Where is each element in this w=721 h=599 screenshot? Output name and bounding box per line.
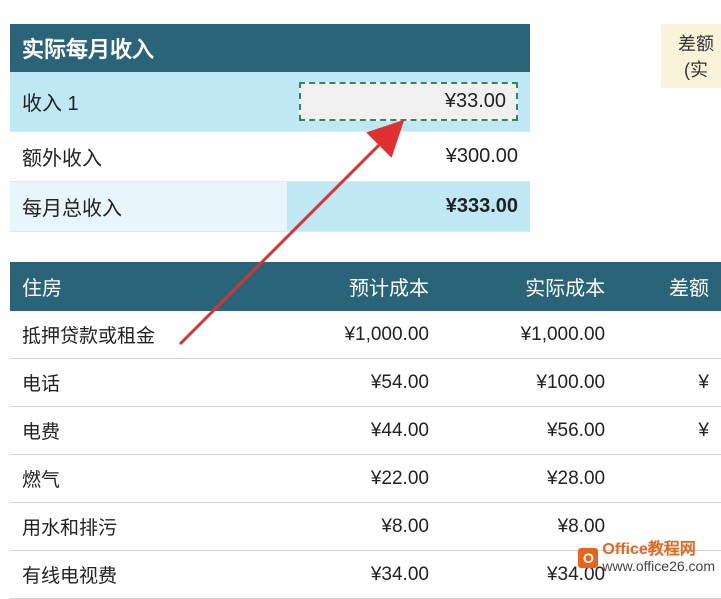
selected-cell[interactable]: ¥33.00 xyxy=(299,82,518,121)
cell-estimated[interactable]: ¥22.00 xyxy=(265,455,441,503)
table-row: 收入 1 ¥33.00 xyxy=(10,72,530,132)
cell-actual[interactable]: ¥1,000.00 xyxy=(441,311,617,359)
cell-item[interactable]: 电话 xyxy=(10,359,265,407)
cell-diff[interactable] xyxy=(617,311,721,359)
table-row: 燃气 ¥22.00 ¥28.00 xyxy=(10,455,721,503)
cell-diff[interactable] xyxy=(617,455,721,503)
col-estimated: 预计成本 xyxy=(265,262,441,311)
col-diff: 差额 xyxy=(617,262,721,311)
badge-line2: (实 xyxy=(671,56,721,82)
table-row: 额外收入 ¥300.00 xyxy=(10,132,530,182)
cell-diff[interactable]: ¥ xyxy=(617,359,721,407)
cell-estimated[interactable]: ¥8.00 xyxy=(265,503,441,551)
income-table: 实际每月收入 收入 1 ¥33.00 额外收入 ¥300.00 每月总收入 ¥3… xyxy=(10,24,530,232)
logo-icon: O xyxy=(578,548,598,568)
cell-item[interactable]: 用水和排污 xyxy=(10,503,265,551)
watermark: O Office教程网 www.office26.com xyxy=(578,541,715,574)
cell-item[interactable]: 有线电视费 xyxy=(10,551,265,599)
income-label: 收入 1 xyxy=(10,72,287,132)
table-row: 抵押贷款或租金 ¥1,000.00 ¥1,000.00 xyxy=(10,311,721,359)
cell-item[interactable]: 电费 xyxy=(10,407,265,455)
cell-actual[interactable]: ¥56.00 xyxy=(441,407,617,455)
cell-diff[interactable]: ¥ xyxy=(617,407,721,455)
housing-header-row: 住房 预计成本 实际成本 差额 xyxy=(10,262,721,311)
top-badge: 差额 (实 xyxy=(661,24,721,88)
badge-line1: 差额 xyxy=(671,30,721,56)
watermark-url: www.office26.com xyxy=(602,559,715,574)
cell-item[interactable]: 燃气 xyxy=(10,455,265,503)
cell-item[interactable]: 抵押贷款或租金 xyxy=(10,311,265,359)
table-row: 电费 ¥44.00 ¥56.00 ¥ xyxy=(10,407,721,455)
income-total-value[interactable]: ¥333.00 xyxy=(287,182,530,232)
cell-estimated[interactable]: ¥1,000.00 xyxy=(265,311,441,359)
income-header: 实际每月收入 xyxy=(10,24,530,72)
col-item: 住房 xyxy=(10,262,265,311)
income-value[interactable]: ¥300.00 xyxy=(287,132,530,182)
col-actual: 实际成本 xyxy=(441,262,617,311)
cell-estimated[interactable]: ¥34.00 xyxy=(265,551,441,599)
table-row: 电话 ¥54.00 ¥100.00 ¥ xyxy=(10,359,721,407)
cell-estimated[interactable]: ¥54.00 xyxy=(265,359,441,407)
income-value-cell[interactable]: ¥33.00 xyxy=(287,72,530,132)
cell-estimated[interactable]: ¥44.00 xyxy=(265,407,441,455)
table-row: 每月总收入 ¥333.00 xyxy=(10,182,530,232)
income-label: 每月总收入 xyxy=(10,182,287,232)
income-label: 额外收入 xyxy=(10,132,287,182)
cell-actual[interactable]: ¥100.00 xyxy=(441,359,617,407)
cell-actual[interactable]: ¥28.00 xyxy=(441,455,617,503)
